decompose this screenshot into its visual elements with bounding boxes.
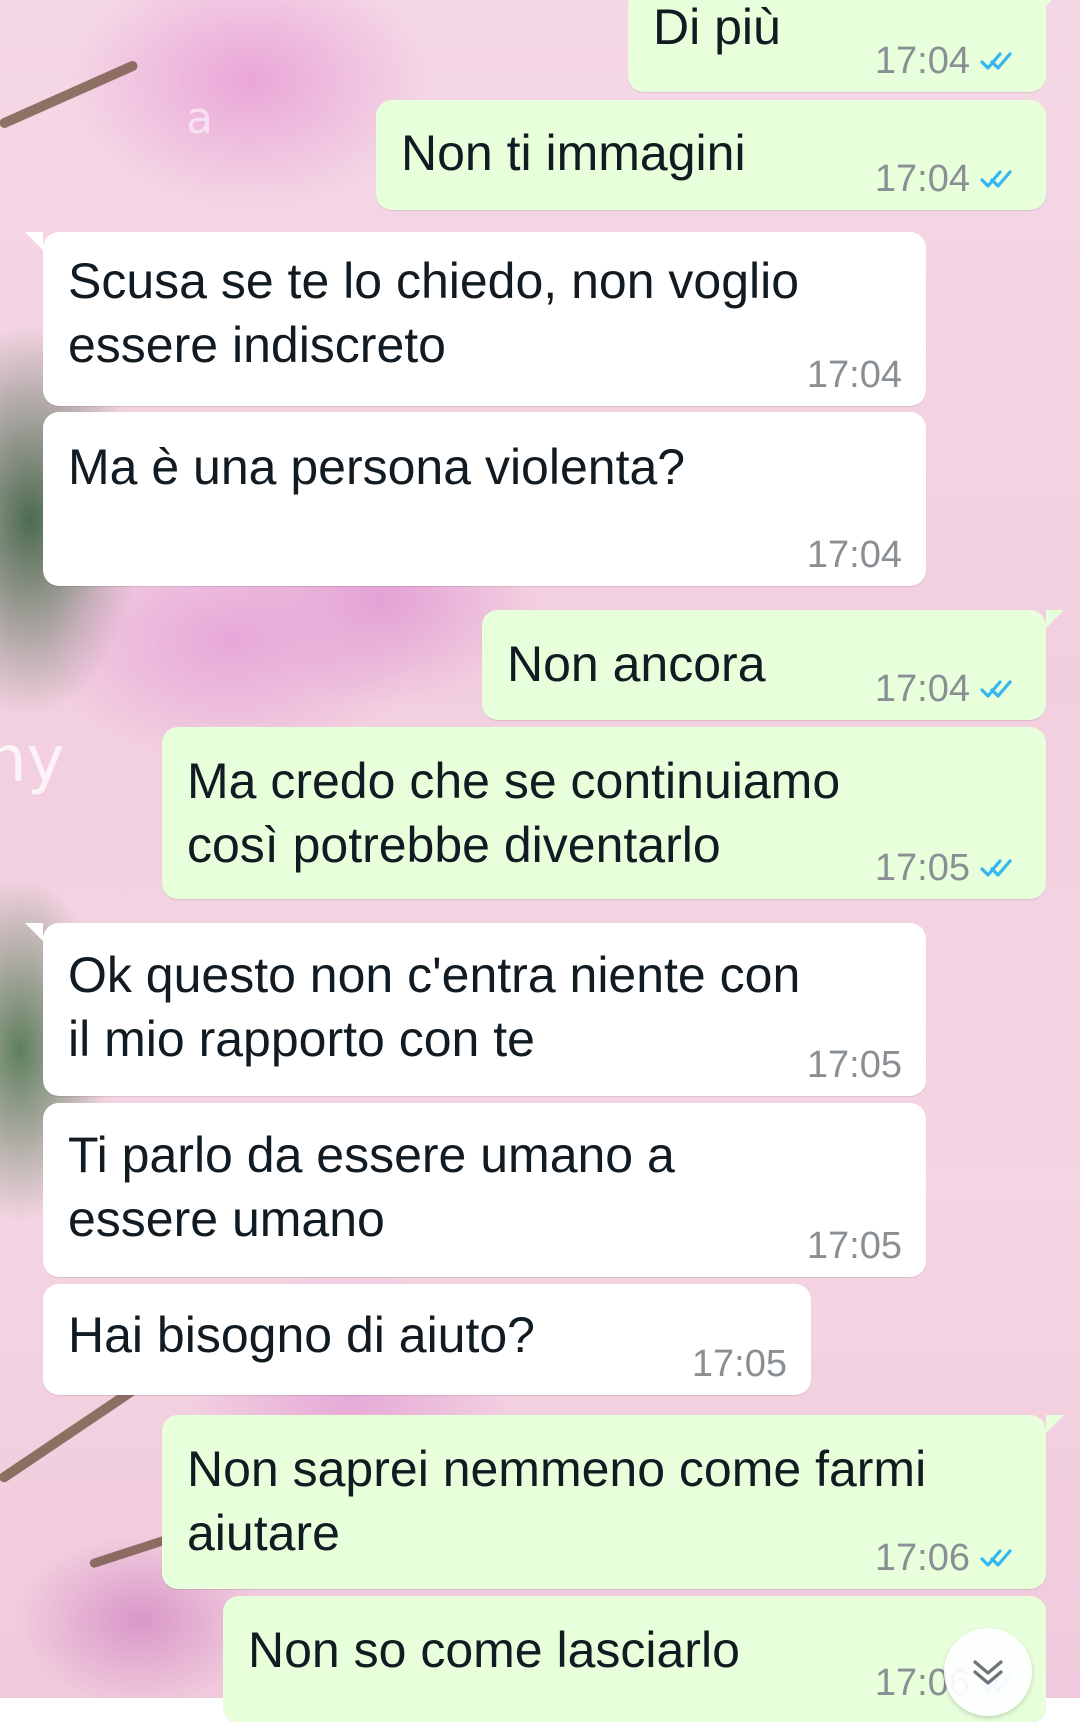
message-bubble-incoming[interactable]: Ok questo non c'entra niente con il mio …	[25, 923, 926, 1096]
message-time: 17:04	[874, 157, 970, 200]
message-bubble-outgoing[interactable]: Di più 17:04	[628, 0, 1064, 92]
message-text: Hai bisogno di aiuto?	[68, 1307, 535, 1363]
message-time: 17:05	[691, 1342, 787, 1385]
message-text: essere indiscreto	[68, 317, 446, 373]
message-text: Di più	[653, 0, 781, 55]
message-text: aiutare	[187, 1505, 340, 1561]
message-meta: 17:04	[875, 40, 1022, 82]
message-text: Ti parlo da essere umano a	[68, 1127, 675, 1183]
message-time: 17:06	[874, 1536, 970, 1579]
message-text: Scusa se te lo chiedo, non voglio	[68, 253, 800, 309]
message-meta: 17:04	[875, 668, 1022, 710]
wallpaper-watermark: ny	[0, 723, 65, 797]
message-time: 17:05	[806, 1224, 902, 1267]
message-bubble-outgoing[interactable]: Non saprei nemmeno come farmi aiutare 17…	[162, 1415, 1064, 1589]
message-time: 17:04	[806, 533, 902, 576]
message-bubble-incoming[interactable]: Hai bisogno di aiuto? 17:05	[43, 1284, 811, 1395]
message-time: 17:04	[874, 39, 970, 82]
message-meta: 17:05	[692, 1343, 787, 1385]
message-bubble-outgoing[interactable]: Non so come lasciarlo 17:06	[223, 1596, 1046, 1722]
message-meta: 17:06	[875, 1537, 1022, 1579]
message-meta: 17:05	[875, 847, 1022, 889]
message-bubble-outgoing[interactable]: Non ancora 17:04	[482, 610, 1064, 720]
message-text: Ma è una persona violenta?	[68, 439, 686, 495]
message-bubble-outgoing[interactable]: Ma credo che se continuiamo così potrebb…	[162, 727, 1046, 899]
message-text: Ok questo non c'entra niente con	[68, 947, 801, 1003]
message-text: così potrebbe diventarlo	[187, 817, 721, 873]
message-time: 17:04	[806, 353, 902, 396]
message-time: 17:05	[874, 846, 970, 889]
wallpaper-watermark-letter: a	[186, 93, 213, 144]
message-meta: 17:05	[807, 1044, 902, 1086]
message-text: il mio rapporto con te	[68, 1011, 535, 1067]
message-text: Non saprei nemmeno come farmi	[187, 1441, 927, 1497]
message-text: Non ti immagini	[401, 125, 746, 181]
message-text: Non ancora	[507, 636, 766, 692]
message-time: 17:05	[806, 1043, 902, 1086]
double-check-icon	[978, 1546, 1022, 1570]
message-bubble-incoming[interactable]: Ma è una persona violenta? 17:04	[43, 412, 926, 586]
message-time: 17:04	[874, 667, 970, 710]
message-meta: 17:04	[875, 158, 1022, 200]
message-meta: 17:04	[807, 534, 902, 576]
message-bubble-incoming[interactable]: Ti parlo da essere umano a essere umano …	[43, 1103, 926, 1277]
scroll-down-button[interactable]	[944, 1628, 1032, 1716]
message-text: Ma credo che se continuiamo	[187, 753, 841, 809]
message-bubble-incoming[interactable]: Scusa se te lo chiedo, non voglio essere…	[25, 232, 926, 406]
message-meta: 17:05	[807, 1225, 902, 1267]
double-check-icon	[978, 856, 1022, 880]
double-check-icon	[978, 167, 1022, 191]
message-text: essere umano	[68, 1191, 385, 1247]
message-text: Non so come lasciarlo	[248, 1622, 740, 1678]
message-meta: 17:04	[807, 354, 902, 396]
message-bubble-outgoing[interactable]: Non ti immagini 17:04	[376, 100, 1046, 210]
chevron-down-icon	[973, 1660, 1003, 1685]
double-check-icon	[978, 49, 1022, 73]
double-check-icon	[978, 677, 1022, 701]
